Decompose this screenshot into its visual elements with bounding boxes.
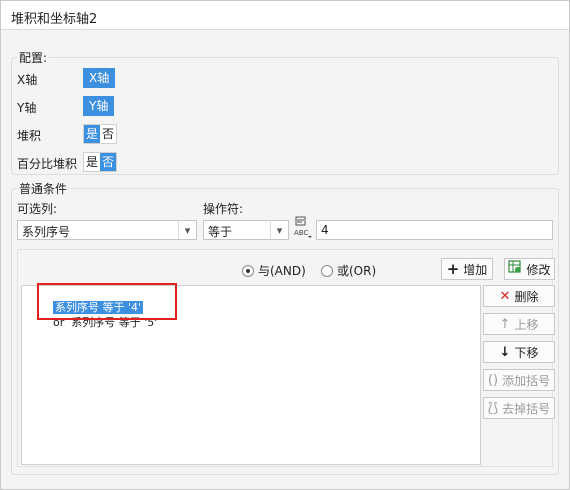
highlight-box <box>37 283 177 320</box>
stack-no-option[interactable]: 否 <box>100 125 117 143</box>
delete-button-label: 删除 <box>514 289 539 304</box>
column-label: 可选列: <box>17 202 58 216</box>
remove-bracket-button-label: 去掉括号 <box>502 401 551 416</box>
x-axis-button[interactable]: X轴 <box>83 68 116 88</box>
modify-button-label: 修改 <box>526 262 551 277</box>
operator-label: 操作符: <box>203 202 244 216</box>
conditions-group-title: 普通条件 <box>17 180 70 197</box>
or-radio[interactable]: 或(OR) <box>321 262 376 279</box>
move-up-button[interactable]: ↑ 上移 <box>483 313 555 335</box>
bracket-icon: () <box>487 372 499 388</box>
or-radio-label: 或(OR) <box>337 264 377 278</box>
or-radio-dot[interactable] <box>321 264 333 277</box>
title-bar: 堆积和坐标轴2 <box>1 1 569 30</box>
x-axis-label: X轴 <box>17 73 38 87</box>
chevron-down-icon[interactable]: ▾ <box>178 221 196 239</box>
percent-stack-label: 百分比堆积 <box>17 157 78 171</box>
formula-icon[interactable]: ABC <box>293 216 313 240</box>
window-title: 堆积和坐标轴2 <box>11 12 98 27</box>
y-axis-label: Y轴 <box>17 101 37 115</box>
svg-text:ABC: ABC <box>294 229 308 237</box>
and-radio-label: 与(AND) <box>258 264 306 278</box>
and-radio-dot[interactable] <box>242 264 254 277</box>
column-select[interactable]: 系列序号 ▾ <box>17 220 197 240</box>
add-bracket-button[interactable]: () 添加括号 <box>483 369 555 391</box>
and-radio[interactable]: 与(AND) <box>242 262 306 279</box>
operator-select[interactable]: 等于 ▾ <box>203 220 289 240</box>
config-group-title: 配置: <box>17 49 50 66</box>
value-input-text: 4 <box>321 223 329 237</box>
stack-toggle: 是 否 <box>83 124 118 144</box>
column-select-value: 系列序号 <box>22 225 71 239</box>
edit-table-icon <box>508 260 522 278</box>
stack-yes-option[interactable]: 是 <box>84 125 101 143</box>
modify-button[interactable]: 修改 <box>504 258 555 280</box>
add-bracket-button-label: 添加括号 <box>502 373 551 388</box>
operator-select-value: 等于 <box>208 225 233 239</box>
y-axis-button[interactable]: Y轴 <box>83 96 115 116</box>
move-up-button-label: 上移 <box>514 317 539 332</box>
percent-stack-no-option[interactable]: 否 <box>100 153 117 171</box>
arrow-up-icon: ↑ <box>499 316 511 332</box>
close-icon: ✕ <box>499 288 511 304</box>
add-button-label: 增加 <box>463 262 488 277</box>
percent-stack-toggle: 是 否 <box>83 152 118 172</box>
move-down-button-label: 下移 <box>514 345 539 360</box>
percent-stack-yes-option[interactable]: 是 <box>84 153 101 171</box>
move-down-button[interactable]: ↓ 下移 <box>483 341 555 363</box>
chevron-down-icon[interactable]: ▾ <box>270 221 288 239</box>
remove-bracket-button[interactable]: ⟅⟆ 去掉括号 <box>483 397 555 419</box>
delete-button[interactable]: ✕ 删除 <box>483 285 555 307</box>
dialog-window: 堆积和坐标轴2 配置: X轴 X轴 Y轴 Y轴 堆积 是 否 百分比堆积 是 否… <box>0 0 570 490</box>
value-input[interactable]: 4 <box>316 220 553 240</box>
arrow-down-icon: ↓ <box>499 344 511 360</box>
add-button[interactable]: + 增加 <box>441 258 493 280</box>
remove-bracket-icon: ⟅⟆ <box>487 400 499 416</box>
stack-label: 堆积 <box>17 129 42 143</box>
plus-icon: + <box>446 260 460 278</box>
